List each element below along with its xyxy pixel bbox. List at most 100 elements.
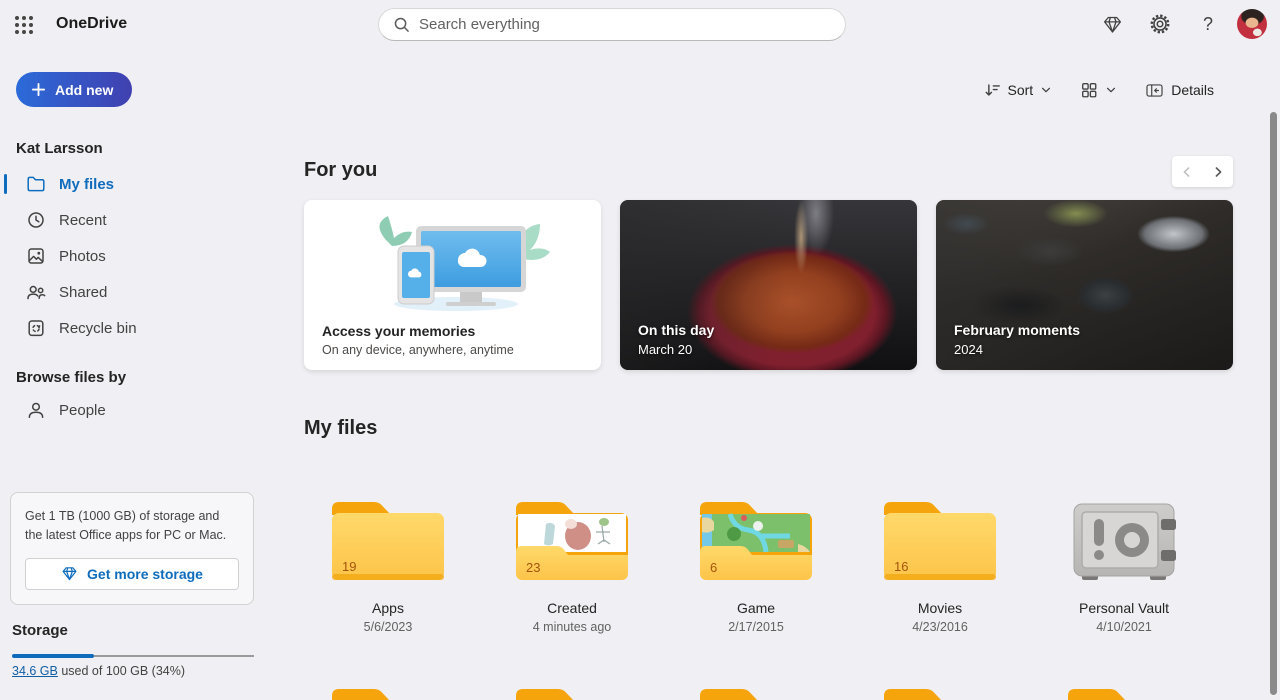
my-files-heading: My files — [304, 417, 377, 440]
folder-icon — [332, 687, 444, 700]
storage-promo-card: Get 1 TB (1000 GB) of storage and the la… — [10, 492, 254, 605]
folder-tile-partial[interactable] — [1032, 677, 1216, 700]
sort-label: Sort — [1008, 82, 1034, 98]
card-subtitle: On any device, anywhere, anytime — [322, 343, 514, 357]
people-icon — [26, 282, 46, 302]
search-input[interactable]: Search everything — [378, 8, 846, 41]
folder-icon: 19 — [332, 500, 444, 582]
settings-button[interactable] — [1146, 10, 1174, 38]
top-bar: OneDrive Search everything — [0, 0, 1280, 48]
diamond-icon — [1102, 14, 1123, 35]
personal-vault-safe-icon — [1068, 500, 1180, 582]
add-new-button[interactable]: Add new — [16, 72, 132, 107]
storage-heading: Storage — [12, 622, 68, 639]
folder-tile-partial[interactable] — [480, 677, 664, 700]
view-toolbar: Sort Deta — [983, 76, 1214, 104]
sidebar-item-photos[interactable]: Photos — [0, 238, 257, 274]
folder-tile-movies[interactable]: 16 Movies 4/23/2016 — [848, 490, 1032, 634]
chevron-down-icon — [1105, 84, 1117, 96]
folder-tile-partial[interactable] — [848, 677, 1032, 700]
storage-progress-fill — [12, 654, 94, 658]
details-pane-button[interactable]: Details — [1145, 81, 1214, 100]
carousel-prev-button[interactable] — [1172, 156, 1203, 187]
storage-used-link[interactable]: 34.6 GB — [12, 664, 58, 678]
folder-tile-partial[interactable] — [296, 677, 480, 700]
files-grid-next-row — [296, 677, 1216, 700]
help-label: ? — [1203, 14, 1213, 35]
search-placeholder: Search everything — [419, 16, 540, 33]
chevron-right-icon — [1211, 165, 1225, 179]
sidebar-item-label: Shared — [59, 284, 107, 301]
folder-tile-personal-vault[interactable]: Personal Vault 4/10/2021 — [1032, 490, 1216, 634]
folder-item-count: 6 — [710, 560, 717, 575]
files-grid: 19 Apps 5/6/2023 23 — [296, 490, 1216, 634]
sidebar-item-my-files[interactable]: My files — [0, 166, 257, 202]
on-this-day-card[interactable]: On this day March 20 — [620, 200, 917, 370]
sidebar-nav: My files Recent Photos — [0, 166, 257, 428]
memories-card[interactable]: Access your memories On any device, anyw… — [304, 200, 601, 370]
vertical-scrollbar[interactable] — [1270, 112, 1277, 695]
storage-progress-bar — [12, 654, 254, 658]
get-more-storage-label: Get more storage — [87, 566, 203, 582]
folder-tile-game[interactable]: 6 Game 2/17/2015 — [664, 490, 848, 634]
diamond-icon — [61, 565, 78, 582]
folder-name: Apps — [372, 600, 404, 616]
sidebar-item-people[interactable]: People — [0, 392, 257, 428]
folder-icon — [700, 687, 812, 700]
february-moments-card[interactable]: February moments 2024 — [936, 200, 1233, 370]
gear-icon — [1149, 13, 1171, 35]
app-launcher-icon[interactable] — [12, 13, 36, 37]
promo-text: Get 1 TB (1000 GB) of storage and the la… — [25, 507, 239, 545]
add-new-label: Add new — [55, 82, 113, 98]
devices-cloud-illustration — [304, 208, 601, 316]
sidebar-item-recycle-bin[interactable]: Recycle bin — [0, 310, 257, 346]
account-avatar[interactable] — [1237, 9, 1267, 39]
folder-item-count: 19 — [342, 559, 356, 574]
folder-name: Created — [547, 600, 597, 616]
help-button[interactable]: ? — [1194, 10, 1222, 38]
folder-item-count: 23 — [526, 560, 540, 575]
sidebar-item-label: My files — [59, 176, 114, 193]
folder-icon: 23 — [516, 500, 628, 582]
image-icon — [26, 246, 46, 266]
card-title: February moments — [954, 322, 1080, 338]
app-title: OneDrive — [56, 0, 127, 48]
card-title: On this day — [638, 322, 714, 338]
sort-button[interactable]: Sort — [983, 81, 1053, 99]
sidebar-item-recent[interactable]: Recent — [0, 202, 257, 238]
card-subtitle: March 20 — [638, 342, 714, 357]
sidebar-item-shared[interactable]: Shared — [0, 274, 257, 310]
folder-icon: 16 — [884, 500, 996, 582]
search-icon — [393, 16, 410, 33]
folder-icon — [884, 687, 996, 700]
sidebar-item-label: Recent — [59, 212, 107, 229]
sidebar-item-label: Photos — [59, 248, 106, 265]
view-mode-button[interactable] — [1080, 81, 1117, 99]
folder-date: 2/17/2015 — [728, 620, 784, 634]
storage-usage-text: 34.6 GB used of 100 GB (34%) — [12, 664, 185, 678]
sidebar-item-label: Recycle bin — [59, 320, 137, 337]
browse-files-by-heading: Browse files by — [16, 366, 257, 388]
get-more-storage-button[interactable]: Get more storage — [25, 558, 239, 590]
user-name: Kat Larsson — [16, 140, 103, 157]
carousel-controls — [1172, 156, 1233, 187]
folder-item-count: 16 — [894, 559, 908, 574]
details-label: Details — [1171, 82, 1214, 98]
folder-tile-created[interactable]: 23 Created 4 minutes ago — [480, 490, 664, 634]
folder-name: Personal Vault — [1079, 600, 1169, 616]
for-you-cards: Access your memories On any device, anyw… — [304, 200, 1233, 370]
folder-date: 5/6/2023 — [364, 620, 413, 634]
premium-button[interactable] — [1098, 10, 1126, 38]
folder-tile-apps[interactable]: 19 Apps 5/6/2023 — [296, 490, 480, 634]
for-you-heading: For you — [304, 159, 377, 182]
onedrive-app: OneDrive Search everything — [0, 0, 1280, 700]
folder-date: 4/10/2021 — [1096, 620, 1152, 634]
chevron-down-icon — [1040, 84, 1052, 96]
waffle-icon — [12, 13, 36, 37]
sidebar: Add new Kat Larsson My files Recent — [0, 48, 257, 700]
folder-date: 4/23/2016 — [912, 620, 968, 634]
recycle-bin-icon — [26, 318, 46, 338]
carousel-next-button[interactable] — [1203, 156, 1234, 187]
folder-tile-partial[interactable] — [664, 677, 848, 700]
folder-icon: 6 — [700, 500, 812, 582]
